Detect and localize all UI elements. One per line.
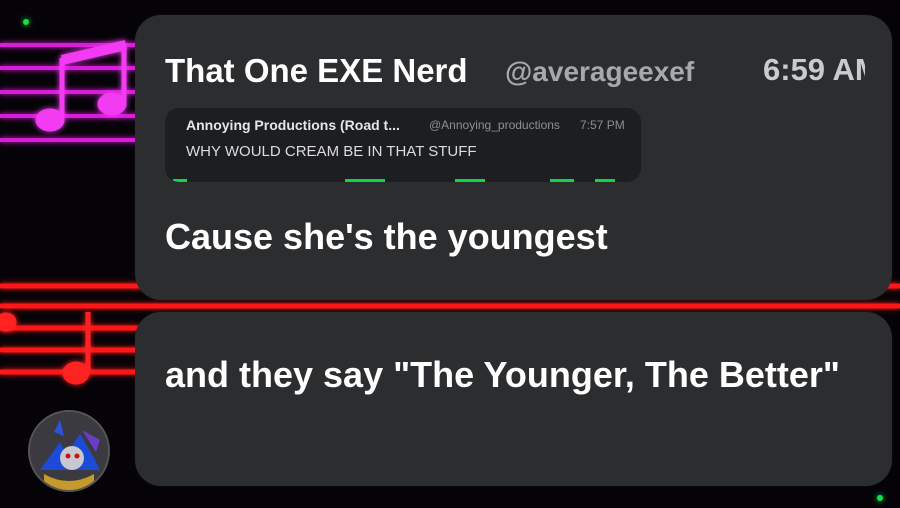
message-text: Cause she's the youngest xyxy=(165,216,608,258)
author-name[interactable]: That One EXE Nerd xyxy=(165,52,468,90)
quoted-reply-card[interactable]: Annoying Productions (Road t... @Annoyin… xyxy=(165,108,641,182)
character-avatar-icon xyxy=(30,412,108,490)
reply-author-name: Annoying Productions (Road t... xyxy=(186,117,400,133)
message-bubble[interactable]: and they say "The Younger, The Better" xyxy=(135,312,892,486)
post-header: That One EXE Nerd @averageexef 6:59 AM xyxy=(165,49,865,93)
reply-green-accent xyxy=(165,179,641,182)
reply-text: WHY WOULD CREAM BE IN THAT STUFF xyxy=(186,143,477,160)
post-timestamp: 6:59 AM xyxy=(763,52,865,88)
reply-author-handle: @Annoying_productions xyxy=(429,118,560,132)
second-message-text: and they say "The Younger, The Better" xyxy=(165,344,855,406)
author-handle[interactable]: @averageexef xyxy=(505,56,745,88)
post-bubble[interactable]: That One EXE Nerd @averageexef 6:59 AM A… xyxy=(135,15,892,300)
user-avatar[interactable] xyxy=(28,410,110,492)
reply-timestamp: 7:57 PM xyxy=(580,118,625,132)
